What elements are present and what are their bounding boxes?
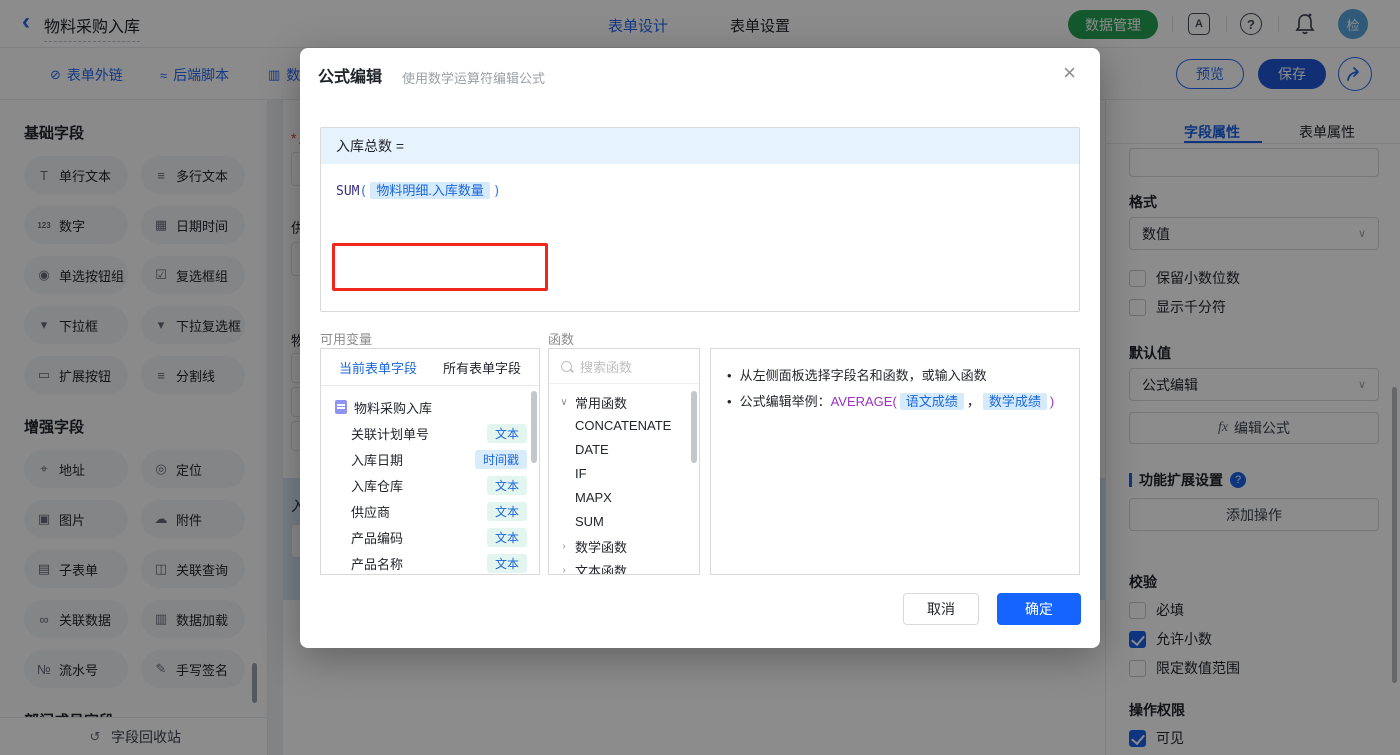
red-annotation-box	[332, 243, 548, 291]
function-item[interactable]: DATE	[549, 438, 699, 462]
tab-all-form-fields[interactable]: 所有表单字段	[443, 358, 521, 377]
variables-tree: 物料采购入库 关联计划单号 文本 入库日期 时间戳 入库仓库 文本 供应商 文本 产品编…	[321, 386, 539, 574]
functions-scrollbar[interactable]	[691, 391, 697, 463]
modal-subtitle: 使用数学运算符编辑公式	[402, 71, 546, 86]
app-root: ‹ 物料采购入库 表单设计 表单设置 数据管理 A ? 检 ⊘ 表单外链 ≈ 后…	[0, 0, 1400, 755]
help-line-1: • 从左侧面板选择字段名和函数，或输入函数	[727, 368, 987, 383]
variable-row[interactable]: 入库仓库 文本	[321, 472, 539, 498]
variables-label: 可用变量	[320, 332, 373, 347]
chevron-right-icon: ›	[562, 564, 566, 575]
tree-root[interactable]: 物料采购入库	[321, 394, 539, 420]
type-badge: 文本	[486, 527, 527, 547]
formula-editor-modal: 公式编辑 使用数学运算符编辑公式 × 入库总数 = SUM(物料明细.入库数量)…	[300, 48, 1100, 648]
variables-scrollbar[interactable]	[531, 391, 537, 463]
tab-current-form-fields[interactable]: 当前表单字段	[339, 358, 417, 377]
variable-row[interactable]: 产品编码 文本	[321, 524, 539, 550]
variable-row[interactable]: 关联计划单号 文本	[321, 420, 539, 446]
formula-editor-box[interactable]: 入库总数 = SUM(物料明细.入库数量)	[320, 127, 1080, 312]
functions-label: 函数	[548, 332, 575, 347]
function-group-common[interactable]: ∨ 常用函数	[549, 390, 699, 414]
search-icon	[561, 360, 572, 372]
chevron-down-icon: ∨	[560, 396, 568, 408]
formula-field-chip[interactable]: 物料明细.入库数量	[370, 182, 490, 199]
function-item[interactable]: IF	[549, 462, 699, 486]
variable-row[interactable]: 供应商 文本	[321, 498, 539, 524]
variable-row[interactable]: 产品名称 文本	[321, 550, 539, 574]
formula-target: 入库总数 =	[321, 128, 1079, 164]
form-doc-icon	[335, 400, 347, 414]
function-item[interactable]: MAPX	[549, 486, 699, 510]
formula-expression[interactable]: SUM(物料明细.入库数量)	[321, 164, 1079, 199]
function-group-math[interactable]: › 数学函数	[549, 534, 699, 558]
search-placeholder: 搜索函数	[580, 359, 633, 375]
variables-panel: 当前表单字段 所有表单字段 物料采购入库 关联计划单号 文本 入库日期 时间戳 入库…	[320, 348, 540, 575]
function-search[interactable]: 搜索函数	[549, 349, 699, 384]
formula-function: SUM	[336, 184, 360, 199]
example-chip: 语文成绩	[899, 393, 964, 410]
chevron-right-icon: ›	[562, 540, 566, 552]
type-badge: 文本	[486, 501, 527, 521]
function-group-text[interactable]: › 文本函数	[549, 558, 699, 575]
cancel-button[interactable]: 取消	[903, 593, 979, 625]
variable-row[interactable]: 入库日期 时间戳	[321, 446, 539, 472]
type-badge: 文本	[486, 423, 527, 443]
confirm-button[interactable]: 确定	[997, 593, 1081, 625]
function-item[interactable]: SUM	[549, 510, 699, 534]
function-item[interactable]: CONCATENATE	[549, 414, 699, 438]
example-chip: 数学成绩	[982, 393, 1047, 410]
example-function: AVERAGE(	[830, 394, 897, 409]
type-badge: 时间戳	[474, 449, 527, 469]
functions-panel: 搜索函数 ∨ 常用函数 CONCATENATE DATE IF MAPX SUM …	[548, 348, 700, 575]
help-panel: • 从左侧面板选择字段名和函数，或输入函数 • 公式编辑举例：AVERAGE(语文成…	[710, 348, 1080, 575]
close-icon[interactable]: ×	[1063, 62, 1076, 84]
modal-title: 公式编辑	[318, 69, 383, 86]
help-line-2: • 公式编辑举例：AVERAGE(语文成绩，数学成绩)	[727, 393, 1055, 410]
type-badge: 文本	[486, 475, 527, 495]
type-badge: 文本	[486, 553, 527, 573]
